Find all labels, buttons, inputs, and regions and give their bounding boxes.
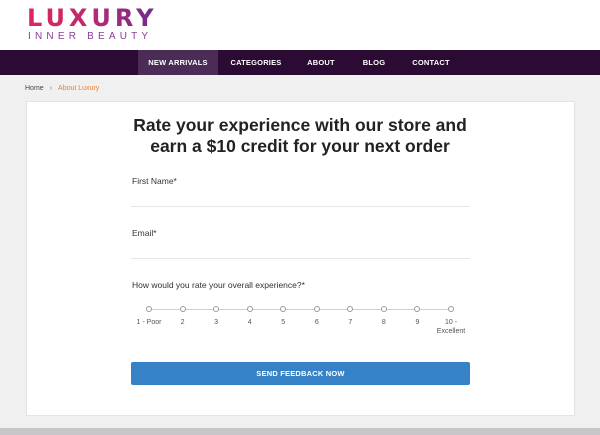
rating-option-10[interactable] — [448, 306, 454, 312]
nav-item-about[interactable]: ABOUT — [302, 50, 340, 75]
breadcrumb-current: About Luxury — [58, 85, 100, 92]
rating-option-2[interactable] — [179, 306, 186, 312]
nav-item-contact[interactable]: CONTACT — [408, 50, 454, 75]
page-footer-strip — [0, 428, 600, 435]
rating-option-8[interactable] — [380, 306, 387, 312]
nav-item-blog[interactable]: BLOG — [357, 50, 391, 75]
rating-option-1[interactable] — [146, 306, 152, 312]
main-nav: NEW ARRIVALS CATEGORIES ABOUT BLOG CONTA… — [0, 50, 600, 75]
rating-option-4[interactable] — [246, 306, 253, 312]
page-title: Rate your experience with our store and … — [0, 115, 600, 157]
send-feedback-button[interactable]: SEND FEEDBACK NOW — [131, 362, 470, 385]
breadcrumb: Home › About Luxury — [25, 84, 99, 93]
breadcrumb-home-link[interactable]: Home — [25, 85, 44, 92]
email-field[interactable] — [131, 237, 470, 259]
breadcrumb-separator-icon: › — [49, 85, 53, 92]
rating-option-6[interactable] — [313, 306, 320, 312]
nav-item-categories[interactable]: CATEGORIES — [226, 50, 286, 75]
nav-item-new-arrivals[interactable]: NEW ARRIVALS — [138, 50, 218, 75]
rating-option-label-10-sub: Excellent — [436, 328, 466, 335]
title-line-1: Rate your experience with our store and — [133, 115, 467, 135]
brand-logo[interactable]: LUXURY — [27, 4, 157, 32]
site-header: LUXURY INNER BEAUTY — [0, 0, 600, 50]
email-underline — [131, 258, 470, 259]
title-line-2: earn a $10 credit for your next order — [150, 136, 450, 156]
first-name-field[interactable] — [131, 185, 470, 207]
rating-scale-track — [149, 309, 451, 310]
rating-label: How would you rate your overall experien… — [132, 280, 305, 290]
brand-tagline: INNER BEAUTY — [28, 31, 153, 42]
rating-option-label-10: 10 - — [444, 319, 458, 326]
first-name-underline — [131, 206, 470, 207]
